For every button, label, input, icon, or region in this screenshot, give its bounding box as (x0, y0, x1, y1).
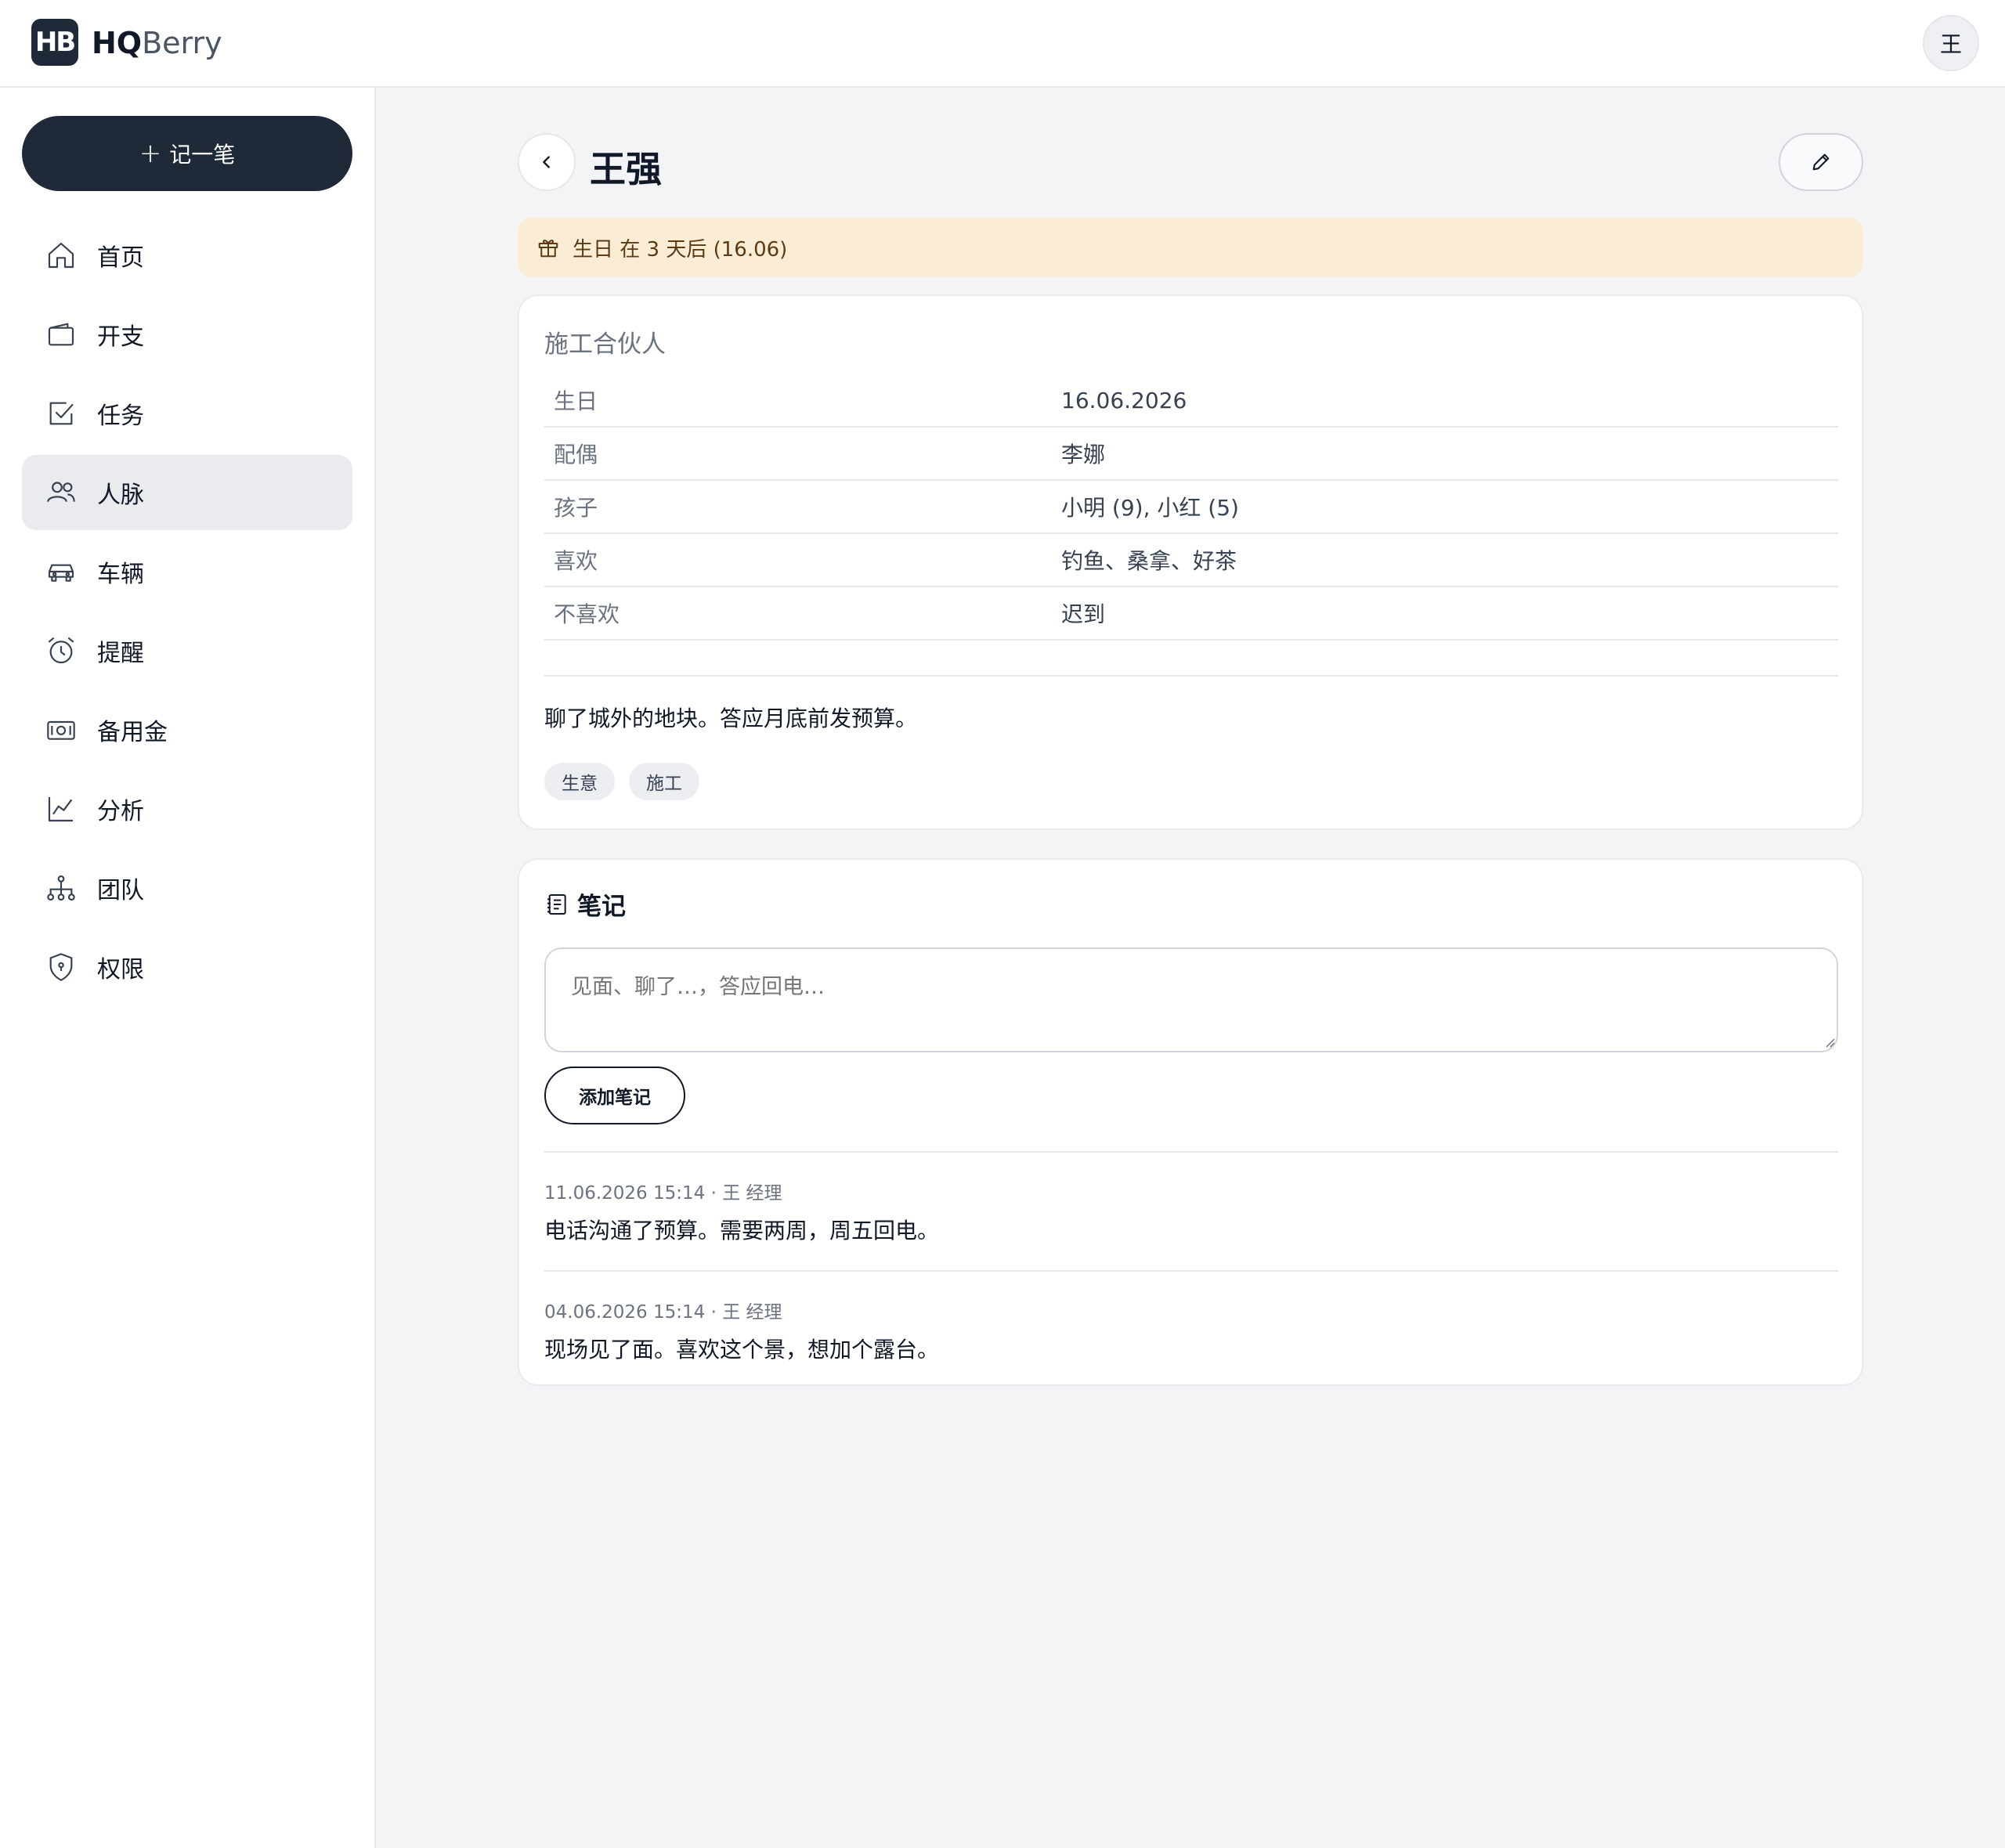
contact-role: 施工合伙人 (544, 330, 666, 359)
chevron-left-icon (543, 156, 550, 168)
field-row: 不喜欢 迟到 (544, 587, 1838, 641)
tag-list: 生意 施工 (544, 763, 699, 800)
sidebar-item-label: 权限 (97, 956, 144, 984)
note-meta: 11.06.2026 15:14 · 王 经理 (544, 1183, 782, 1204)
contact-fields-table: 生日 16.06.2026 配偶 李娜 孩子 小明 (9), 小红 (5) 喜欢… (544, 374, 1838, 641)
org-chart-icon (47, 875, 75, 901)
logo-text-strong: HQ (92, 26, 143, 60)
sidebar-item-label: 开支 (97, 323, 144, 351)
chart-icon (48, 797, 73, 822)
notes-title-text: 笔记 (577, 893, 626, 921)
divider (544, 1151, 1838, 1153)
field-value: 16.06.2026 (1061, 387, 1187, 413)
sidebar-item-reminders[interactable]: 提醒 (22, 613, 352, 688)
divider (544, 675, 1838, 677)
add-note-button[interactable]: 添加笔记 (544, 1067, 685, 1124)
sidebar-item-contacts[interactable]: 人脉 (22, 455, 352, 530)
car-icon (48, 564, 74, 582)
field-value: 钓鱼、桑拿、好茶 (1061, 548, 1237, 574)
tag[interactable]: 施工 (629, 763, 699, 800)
sidebar-item-home[interactable]: 首页 (22, 218, 352, 293)
user-avatar[interactable]: 王 (1923, 15, 1979, 71)
tag[interactable]: 生意 (544, 763, 615, 800)
note-input[interactable] (544, 947, 1838, 1052)
logo-text-light: Berry (142, 26, 222, 60)
sidebar-item-label: 首页 (97, 244, 144, 272)
shield-icon (49, 953, 73, 981)
page-title: 王强 (590, 148, 662, 190)
pencil-icon (1812, 153, 1830, 171)
field-label: 孩子 (554, 495, 598, 521)
field-value: 小明 (9), 小红 (5) (1061, 495, 1239, 521)
sidebar-item-expenses[interactable]: 开支 (22, 297, 352, 372)
alarm-clock-icon (48, 637, 74, 664)
sidebar-item-label: 分析 (97, 798, 144, 825)
contact-info-card: 施工合伙人 生日 16.06.2026 配偶 李娜 孩子 小明 (9), 小红 … (518, 294, 1863, 830)
contact-note: 聊了城外的地块。答应月底前发预算。 (544, 706, 918, 731)
logo-text[interactable]: HQBerry (92, 23, 222, 63)
back-button[interactable] (518, 133, 576, 191)
field-row: 孩子 小明 (9), 小红 (5) (544, 481, 1838, 534)
note-entry: 11.06.2026 15:14 · 王 经理 电话沟通了预算。需要两周，周五回… (544, 1178, 1838, 1245)
field-row: 生日 16.06.2026 (544, 374, 1838, 428)
sidebar-item-team[interactable]: 团队 (22, 850, 352, 926)
birthday-banner-text: 生日 在 3 天后 (16.06) (573, 237, 788, 262)
sidebar-item-label: 人脉 (97, 482, 144, 509)
field-label: 配偶 (554, 442, 598, 467)
gift-icon (538, 240, 558, 258)
edit-button[interactable] (1779, 133, 1863, 191)
plus-icon: + (139, 138, 162, 169)
field-label: 喜欢 (554, 548, 598, 574)
field-value: 迟到 (1061, 601, 1106, 627)
sidebar-nav: 首页 开支 任务 人脉 车辆 提醒 备用金 分析 团队 权限 (22, 218, 352, 1009)
sidebar-item-vehicles[interactable]: 车辆 (22, 534, 352, 609)
logo-mark[interactable]: HB (31, 19, 78, 66)
page-header: 王强 (518, 133, 1863, 193)
field-row: 配偶 李娜 (544, 428, 1838, 481)
sidebar-item-label: 车辆 (97, 561, 144, 588)
sidebar-item-label: 提醒 (97, 640, 144, 667)
resize-handle-icon[interactable] (1824, 1037, 1835, 1048)
cash-icon (47, 720, 75, 740)
field-value: 李娜 (1061, 442, 1106, 467)
sidebar-item-label: 任务 (97, 402, 144, 430)
sidebar: + 记一笔 首页 开支 任务 人脉 车辆 提醒 备用金 分析 团队 权限 (0, 88, 376, 1848)
note-text: 电话沟通了预算。需要两周，周五回电。 (544, 1218, 940, 1243)
notebook-icon (547, 893, 566, 915)
sidebar-item-analytics[interactable]: 分析 (22, 771, 352, 846)
home-icon (48, 242, 74, 269)
field-row: 喜欢 钓鱼、桑拿、好茶 (544, 534, 1838, 587)
top-bar: HB HQBerry 王 (0, 0, 2005, 88)
field-label: 不喜欢 (554, 601, 620, 627)
note-entry: 04.06.2026 15:14 · 王 经理 现场见了面。喜欢这个景，想加个露… (544, 1297, 1838, 1364)
sidebar-item-permissions[interactable]: 权限 (22, 929, 352, 1005)
birthday-banner: 生日 在 3 天后 (16.06) (518, 218, 1863, 277)
wallet-icon (48, 323, 74, 346)
sidebar-item-label: 备用金 (97, 719, 168, 746)
field-label: 生日 (554, 388, 598, 414)
sidebar-item-label: 团队 (97, 877, 144, 904)
checkbox-icon (49, 402, 74, 425)
sidebar-item-tasks[interactable]: 任务 (22, 376, 352, 451)
note-meta: 04.06.2026 15:14 · 王 经理 (544, 1302, 782, 1323)
new-entry-label: 记一笔 (169, 142, 236, 168)
users-icon (47, 482, 75, 503)
notes-title: 笔记 (544, 886, 626, 922)
note-text: 现场见了面。喜欢这个景，想加个露台。 (544, 1337, 940, 1363)
sidebar-item-petty-cash[interactable]: 备用金 (22, 692, 352, 767)
new-entry-button[interactable]: + 记一笔 (22, 116, 352, 191)
divider (544, 1270, 1838, 1272)
notes-card: 笔记 添加笔记 11.06.2026 15:14 · 王 经理 电话沟通了预算。… (518, 858, 1863, 1386)
